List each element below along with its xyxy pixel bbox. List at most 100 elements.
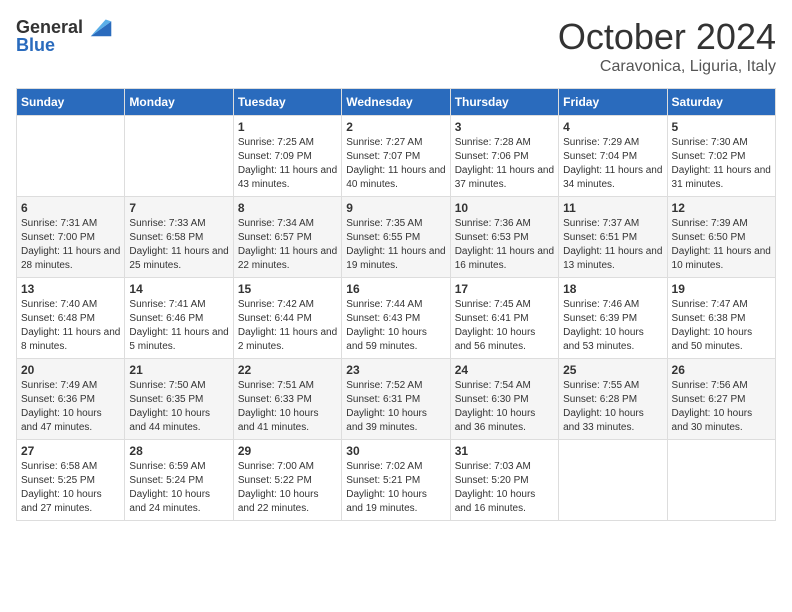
calendar-cell: 11Sunrise: 7:37 AMSunset: 6:51 PMDayligh… xyxy=(559,197,667,278)
calendar-header-sunday: Sunday xyxy=(17,89,125,116)
sunset-text: Sunset: 7:04 PM xyxy=(563,151,637,162)
day-info: Sunrise: 7:55 AMSunset: 6:28 PMDaylight:… xyxy=(563,379,662,435)
day-number: 13 xyxy=(21,282,120,296)
sunrise-text: Sunrise: 7:54 AM xyxy=(455,380,531,391)
sunrise-text: Sunrise: 7:49 AM xyxy=(21,380,97,391)
sunrise-text: Sunrise: 7:50 AM xyxy=(129,380,205,391)
day-number: 30 xyxy=(346,444,445,458)
sunrise-text: Sunrise: 7:47 AM xyxy=(672,299,748,310)
calendar-cell: 18Sunrise: 7:46 AMSunset: 6:39 PMDayligh… xyxy=(559,278,667,359)
sunset-text: Sunset: 7:00 PM xyxy=(21,232,95,243)
calendar-cell: 6Sunrise: 7:31 AMSunset: 7:00 PMDaylight… xyxy=(17,197,125,278)
day-info: Sunrise: 7:31 AMSunset: 7:00 PMDaylight:… xyxy=(21,217,120,273)
day-info: Sunrise: 7:35 AMSunset: 6:55 PMDaylight:… xyxy=(346,217,445,273)
calendar-cell: 5Sunrise: 7:30 AMSunset: 7:02 PMDaylight… xyxy=(667,116,775,197)
daylight-text: Daylight: 11 hours and 25 minutes. xyxy=(129,246,228,271)
sunrise-text: Sunrise: 7:51 AM xyxy=(238,380,314,391)
sunset-text: Sunset: 6:46 PM xyxy=(129,313,203,324)
daylight-text: Daylight: 10 hours and 56 minutes. xyxy=(455,327,536,352)
calendar-week-2: 6Sunrise: 7:31 AMSunset: 7:00 PMDaylight… xyxy=(17,197,776,278)
sunset-text: Sunset: 7:09 PM xyxy=(238,151,312,162)
sunrise-text: Sunrise: 7:34 AM xyxy=(238,218,314,229)
daylight-text: Daylight: 11 hours and 43 minutes. xyxy=(238,165,337,190)
day-number: 31 xyxy=(455,444,554,458)
day-number: 21 xyxy=(129,363,228,377)
calendar-cell: 10 Sunrise: 7:36 AMSunset: 6:53 PMDayligh… xyxy=(450,197,558,278)
sunset-text: Sunset: 6:38 PM xyxy=(672,313,746,324)
sunrise-text: Sunrise: 7:45 AM xyxy=(455,299,531,310)
location-subtitle: Caravonica, Liguria, Italy xyxy=(558,58,776,76)
sunset-text: Sunset: 5:25 PM xyxy=(21,475,95,486)
day-number: 1 xyxy=(238,120,337,134)
calendar-cell: 8Sunrise: 7:34 AMSunset: 6:57 PMDaylight… xyxy=(233,197,341,278)
calendar-body: 1 Sunrise: 7:25 AMSunset: 7:09 PMDaylight… xyxy=(17,116,776,521)
daylight-text: Daylight: 10 hours and 47 minutes. xyxy=(21,408,102,433)
sunrise-text: Sunrise: 7:39 AM xyxy=(672,218,748,229)
daylight-text: Daylight: 10 hours and 22 minutes. xyxy=(238,489,319,514)
calendar-cell: 12Sunrise: 7:39 AMSunset: 6:50 PMDayligh… xyxy=(667,197,775,278)
calendar-header-monday: Monday xyxy=(125,89,233,116)
day-info: Sunrise: 7:29 AMSunset: 7:04 PMDaylight:… xyxy=(563,136,662,192)
daylight-text: Daylight: 11 hours and 13 minutes. xyxy=(563,246,662,271)
day-number: 7 xyxy=(129,201,228,215)
sunset-text: Sunset: 5:24 PM xyxy=(129,475,203,486)
day-number: 23 xyxy=(346,363,445,377)
daylight-text: Daylight: 10 hours and 44 minutes. xyxy=(129,408,210,433)
calendar-cell: 3Sunrise: 7:28 AMSunset: 7:06 PMDaylight… xyxy=(450,116,558,197)
calendar-cell: 9Sunrise: 7:35 AMSunset: 6:55 PMDaylight… xyxy=(342,197,450,278)
calendar-week-1: 1 Sunrise: 7:25 AMSunset: 7:09 PMDaylight… xyxy=(17,116,776,197)
sunrise-text: Sunrise: 7:27 AM xyxy=(346,137,422,148)
calendar-cell: 4Sunrise: 7:29 AMSunset: 7:04 PMDaylight… xyxy=(559,116,667,197)
month-title: October 2024 xyxy=(558,16,776,58)
sunrise-text: Sunrise: 7:46 AM xyxy=(563,299,639,310)
daylight-text: Daylight: 11 hours and 10 minutes. xyxy=(672,246,771,271)
day-info: Sunrise: 7:33 AMSunset: 6:58 PMDaylight:… xyxy=(129,217,228,273)
calendar-table: SundayMondayTuesdayWednesdayThursdayFrid… xyxy=(16,88,776,521)
calendar-header-wednesday: Wednesday xyxy=(342,89,450,116)
calendar-header-friday: Friday xyxy=(559,89,667,116)
day-number: 11 xyxy=(563,201,662,215)
sunset-text: Sunset: 6:53 PM xyxy=(455,232,529,243)
day-info: Sunrise: 7:30 AM Sunset: 7:02 PM Daylight:… xyxy=(672,136,771,192)
sunset-text: Sunset: 6:36 PM xyxy=(21,394,95,405)
sunrise-text: Sunrise: 7:33 AM xyxy=(129,218,205,229)
calendar-cell: 1 Sunrise: 7:25 AMSunset: 7:09 PMDaylight… xyxy=(233,116,341,197)
calendar-cell xyxy=(17,116,125,197)
sunset-text: Sunset: 6:28 PM xyxy=(563,394,637,405)
day-info: Sunrise: 6:59 AM Sunset: 5:24 PM Daylight:… xyxy=(129,460,228,516)
calendar-cell: 17Sunrise: 7:45 AMSunset: 6:41 PMDayligh… xyxy=(450,278,558,359)
day-number: 10 xyxy=(455,201,554,215)
sunset-text: Sunset: 7:06 PM xyxy=(455,151,529,162)
calendar-cell: 16Sunrise: 7:44 AMSunset: 6:43 PMDayligh… xyxy=(342,278,450,359)
calendar-cell: 27Sunrise: 6:58 AMSunset: 5:25 PMDayligh… xyxy=(17,440,125,521)
sunset-text: Sunset: 7:02 PM xyxy=(672,151,746,162)
daylight-text: Daylight: 11 hours and 16 minutes. xyxy=(455,246,554,271)
calendar-week-3: 13Sunrise: 7:40 AMSunset: 6:48 PMDayligh… xyxy=(17,278,776,359)
daylight-text: Daylight: 11 hours and 31 minutes. xyxy=(672,165,771,190)
daylight-text: Daylight: 10 hours and 30 minutes. xyxy=(672,408,753,433)
daylight-text: Daylight: 10 hours and 27 minutes. xyxy=(21,489,102,514)
day-info: Sunrise: 7:36 AMSunset: 6:53 PMDaylight:… xyxy=(455,217,554,273)
calendar-cell: 31Sunrise: 7:03 AMSunset: 5:20 PMDayligh… xyxy=(450,440,558,521)
calendar-cell xyxy=(125,116,233,197)
day-info: Sunrise: 7:47 AM Sunset: 6:38 PM Daylight:… xyxy=(672,298,771,354)
daylight-text: Daylight: 10 hours and 50 minutes. xyxy=(672,327,753,352)
day-info: Sunrise: 7:54 AMSunset: 6:30 PMDaylight:… xyxy=(455,379,554,435)
calendar-cell xyxy=(559,440,667,521)
daylight-text: Daylight: 10 hours and 36 minutes. xyxy=(455,408,536,433)
calendar-header-row: SundayMondayTuesdayWednesdayThursdayFrid… xyxy=(17,89,776,116)
daylight-text: Daylight: 10 hours and 19 minutes. xyxy=(346,489,427,514)
daylight-text: Daylight: 10 hours and 24 minutes. xyxy=(129,489,210,514)
sunset-text: Sunset: 6:43 PM xyxy=(346,313,420,324)
daylight-text: Daylight: 11 hours and 28 minutes. xyxy=(21,246,120,271)
title-block: October 2024 Caravonica, Liguria, Italy xyxy=(558,16,776,76)
sunset-text: Sunset: 5:22 PM xyxy=(238,475,312,486)
calendar-cell: 7 Sunrise: 7:33 AMSunset: 6:58 PMDaylight… xyxy=(125,197,233,278)
sunrise-text: Sunrise: 7:28 AM xyxy=(455,137,531,148)
sunrise-text: Sunrise: 6:59 AM xyxy=(129,461,205,472)
calendar-cell: 14Sunrise: 7:41 AMSunset: 6:46 PMDayligh… xyxy=(125,278,233,359)
day-info: Sunrise: 7:56 AMSunset: 6:27 PMDaylight:… xyxy=(672,379,771,435)
sunrise-text: Sunrise: 7:30 AM xyxy=(672,137,748,148)
day-info: Sunrise: 7:25 AMSunset: 7:09 PMDaylight:… xyxy=(238,136,337,192)
daylight-text: Daylight: 10 hours and 59 minutes. xyxy=(346,327,427,352)
